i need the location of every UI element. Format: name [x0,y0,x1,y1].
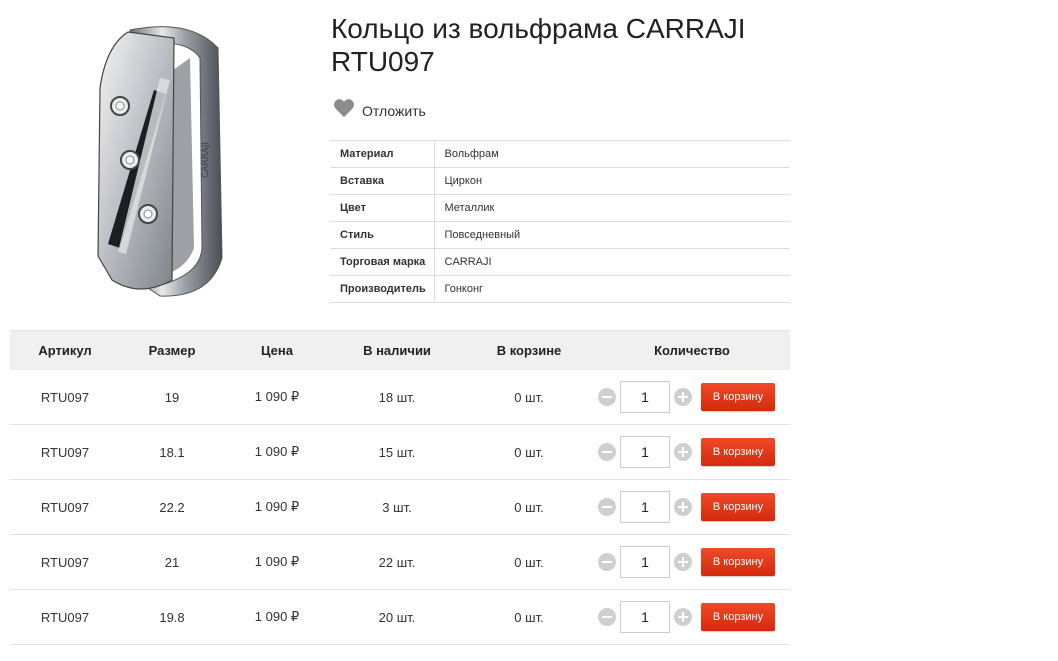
header-quantity: Количество [654,343,730,358]
offer-size: 21 [164,554,180,570]
offer-in-cart: 0 шт. [514,389,544,405]
property-value: Металлик [434,194,790,222]
quantity-input[interactable] [620,381,670,413]
offer-article: RTU097 [40,554,90,570]
product-title: Кольцо из вольфрама CARRAJI RTU097 [331,13,746,77]
offer-row: RTU097 22.2 1 090 ₽ 3 шт. 0 шт. В корзин… [10,480,790,535]
add-to-cart-button[interactable]: В корзину [701,438,775,466]
header-stock: В наличии [363,343,431,358]
quantity-stepper: В корзину [594,436,790,468]
offer-in-cart: 0 шт. [514,444,544,460]
quantity-stepper: В корзину [594,546,790,578]
offer-row: RTU097 19.8 1 090 ₽ 20 шт. 0 шт. В корзи… [10,590,790,645]
property-key: Стиль [330,221,435,249]
offer-article: RTU097 [40,444,90,460]
offer-stock: 18 шт. [378,389,416,405]
properties-table: Материал Вольфрам Вставка Циркон Цвет Ме… [330,140,790,303]
plus-icon[interactable] [674,553,692,571]
product-image: CARRAJI [90,18,230,300]
property-value: Повседневный [434,221,790,249]
quantity-input[interactable] [620,546,670,578]
header-in-cart: В корзине [496,343,562,358]
header-article: Артикул [38,343,92,358]
property-row: Материал Вольфрам [330,140,790,168]
offer-in-cart: 0 шт. [514,554,544,570]
quantity-stepper: В корзину [594,491,790,523]
offer-stock: 22 шт. [378,554,416,570]
offer-stock: 20 шт. [378,609,416,625]
offer-row: RTU097 21 1 090 ₽ 22 шт. 0 шт. В корзину [10,535,790,590]
property-value: Циркон [434,167,790,195]
offer-size: 19 [164,389,180,405]
offer-size: 22.2 [159,499,185,515]
add-to-cart-button[interactable]: В корзину [701,383,775,411]
offer-article: RTU097 [40,389,90,405]
minus-icon[interactable] [598,608,616,626]
offer-price: 1 090 ₽ [254,609,300,624]
plus-icon[interactable] [674,498,692,516]
header-price: Цена [261,343,293,358]
minus-icon[interactable] [598,553,616,571]
minus-icon[interactable] [598,443,616,461]
property-row: Производитель Гонконг [330,275,790,303]
offer-stock: 3 шт. [382,499,412,515]
quantity-input[interactable] [620,436,670,468]
quantity-input[interactable] [620,491,670,523]
quantity-stepper: В корзину [594,381,790,413]
heart-icon [333,98,355,123]
property-key: Торговая марка [330,248,435,276]
property-row: Торговая марка CARRAJI [330,248,790,276]
offer-price: 1 090 ₽ [254,444,300,459]
offer-article: RTU097 [40,499,90,515]
property-key: Вставка [330,167,435,195]
plus-icon[interactable] [674,443,692,461]
property-key: Производитель [330,275,435,303]
minus-icon[interactable] [598,388,616,406]
ring-engraving: CARRAJI [201,142,211,178]
offer-in-cart: 0 шт. [514,609,544,625]
add-to-cart-button[interactable]: В корзину [701,493,775,521]
wishlist-label: Отложить [362,102,426,119]
property-value: CARRAJI [434,248,790,276]
offer-size: 18.1 [159,444,185,460]
offer-price: 1 090 ₽ [254,499,300,514]
offers-header: Артикул Размер Цена В наличии В корзине … [10,330,790,370]
offer-price: 1 090 ₽ [254,554,300,569]
quantity-input[interactable] [620,601,670,633]
wishlist-button[interactable]: Отложить [333,98,426,123]
property-row: Цвет Металлик [330,194,790,222]
plus-icon[interactable] [674,608,692,626]
property-key: Материал [330,140,435,168]
offer-row: RTU097 18.1 1 090 ₽ 15 шт. 0 шт. В корзи… [10,425,790,480]
add-to-cart-button[interactable]: В корзину [701,603,775,631]
property-value: Гонконг [434,275,790,303]
offer-in-cart: 0 шт. [514,499,544,515]
minus-icon[interactable] [598,498,616,516]
offer-article: RTU097 [40,609,90,625]
plus-icon[interactable] [674,388,692,406]
offer-size: 19.8 [159,609,185,625]
property-row: Стиль Повседневный [330,221,790,249]
property-row: Вставка Циркон [330,167,790,195]
quantity-stepper: В корзину [594,601,790,633]
offer-row: RTU097 19 1 090 ₽ 18 шт. 0 шт. В корзину [10,370,790,425]
offer-price: 1 090 ₽ [254,389,300,404]
header-size: Размер [148,343,196,358]
offer-stock: 15 шт. [378,444,416,460]
property-key: Цвет [330,194,435,222]
property-value: Вольфрам [434,140,790,168]
offers-table: Артикул Размер Цена В наличии В корзине … [10,330,790,645]
ring-image: CARRAJI [97,26,223,297]
add-to-cart-button[interactable]: В корзину [701,548,775,576]
